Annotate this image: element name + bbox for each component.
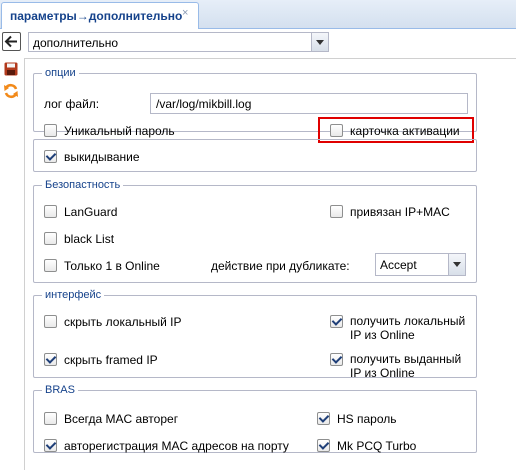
refresh-icon[interactable] [3, 83, 19, 99]
hide-framed-ip-label: скрыть framed IP [64, 353, 158, 367]
back-arrow-icon [4, 35, 17, 48]
interface-legend: интерфейс [45, 289, 102, 301]
mac-autoreg-port-checkbox[interactable] [44, 439, 57, 452]
options-legend: опции [45, 67, 76, 79]
always-mac-autoreg-label: Всегда MAC авторег [64, 412, 179, 426]
hide-local-ip-label: скрыть локальный IP [64, 315, 182, 329]
log-file-label: лог файл: [44, 97, 100, 111]
section-select-value: дополнительно [33, 36, 119, 50]
chevron-down-icon[interactable] [448, 254, 465, 275]
settings-panel: опции лог файл: Уникальный пароль карточ… [24, 58, 516, 470]
kickout-label: выкидывание [64, 150, 140, 164]
kickout-box: выкидывание [33, 139, 477, 172]
languard-checkbox[interactable] [44, 205, 57, 218]
back-button[interactable] [2, 32, 21, 51]
unique-password-label: Уникальный пароль [64, 124, 175, 138]
duplicate-action-label: действие при дубликате: [211, 259, 350, 273]
get-assigned-ip-checkbox[interactable] [330, 353, 343, 366]
only-one-online-label: Только 1 в Online [64, 259, 160, 273]
ip-mac-checkbox[interactable] [330, 205, 343, 218]
mk-pcq-turbo-label: Mk PCQ Turbo [337, 439, 417, 453]
unique-password-checkbox[interactable] [44, 124, 57, 137]
mac-autoreg-port-label: авторегистрация MAC адресов на порту [64, 439, 289, 453]
get-local-ip-checkbox[interactable] [330, 315, 343, 328]
chevron-down-icon[interactable] [311, 33, 328, 51]
activation-card-label: карточка активации [350, 124, 460, 138]
get-local-ip-label: получить локальный IP из Online [350, 314, 466, 342]
duplicate-action-select[interactable]: Accept [375, 253, 466, 276]
log-file-input[interactable] [150, 93, 468, 114]
tab-title: параметры→дополнительно [10, 9, 183, 23]
close-icon[interactable]: × [182, 8, 192, 19]
tab-bar: параметры→дополнительно × [0, 0, 516, 29]
hide-framed-ip-checkbox[interactable] [44, 353, 57, 366]
ip-mac-label: привязан IP+MAC [350, 205, 450, 219]
security-fieldset: Безопастность LanGuard привязан IP+MAC b… [33, 179, 477, 283]
hs-password-checkbox[interactable] [317, 412, 330, 425]
languard-label: LanGuard [64, 205, 118, 219]
activation-card-checkbox[interactable] [330, 124, 343, 137]
get-assigned-ip-label: получить выданный IP из Online [350, 352, 462, 380]
black-list-label: black List [64, 232, 115, 246]
bras-legend: BRAS [45, 384, 75, 396]
hide-local-ip-checkbox[interactable] [44, 315, 57, 328]
mk-pcq-turbo-checkbox[interactable] [317, 439, 330, 452]
always-mac-autoreg-checkbox[interactable] [44, 412, 57, 425]
left-toolbar [0, 29, 22, 470]
section-select[interactable]: дополнительно [28, 32, 329, 52]
black-list-checkbox[interactable] [44, 232, 57, 245]
only-one-online-checkbox[interactable] [44, 259, 57, 272]
security-legend: Безопастность [45, 179, 121, 191]
bras-fieldset: BRAS Всегда MAC авторег HS пароль авторе… [33, 384, 477, 453]
interface-fieldset: интерфейс скрыть локальный IP получить л… [33, 289, 477, 380]
tab-parameters-additional[interactable]: параметры→дополнительно × [1, 2, 199, 29]
kickout-checkbox[interactable] [44, 150, 57, 163]
options-fieldset: опции лог файл: Уникальный пароль карточ… [33, 67, 477, 143]
save-icon[interactable] [4, 62, 18, 76]
hs-password-label: HS пароль [337, 412, 397, 426]
duplicate-action-value: Accept [380, 258, 417, 272]
